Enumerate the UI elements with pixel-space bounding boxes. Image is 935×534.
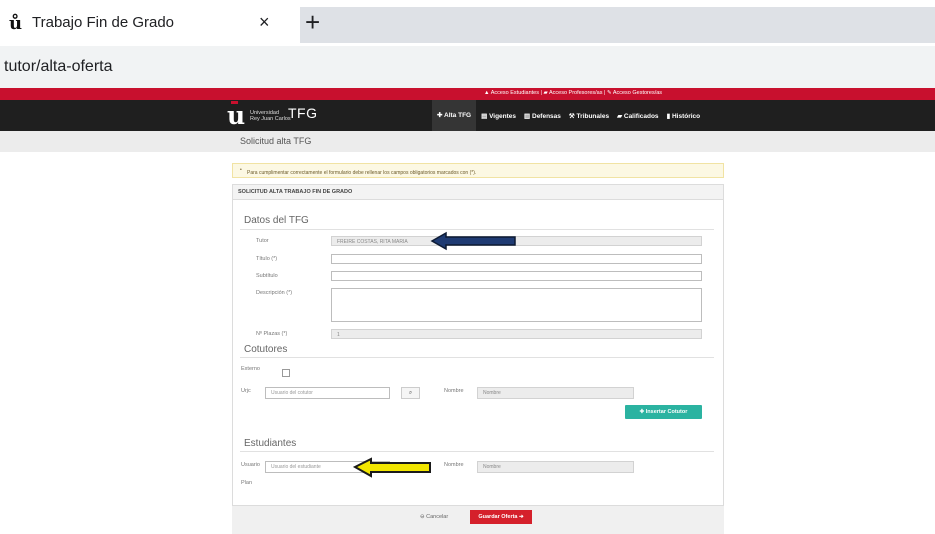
urjc-label: Urjc <box>241 388 251 394</box>
cotutor-usuario-input[interactable]: Usuario del cotutor <box>265 387 390 399</box>
annotation-arrow-tutor <box>430 231 516 251</box>
wrench-icon: ✎ <box>606 90 612 96</box>
tab-strip-background <box>300 7 935 43</box>
cotutor-nombre-field: Nombre <box>477 387 634 399</box>
browser-tab-bar: ů Trabajo Fin de Grado × + <box>0 0 935 46</box>
externo-checkbox[interactable] <box>282 369 290 377</box>
alert-text: • Para cumplimentar correctamente el for… <box>240 167 477 176</box>
alert-message: Para cumplimentar correctamente el formu… <box>247 170 477 176</box>
university-name: Universidad Rey Juan Carlos <box>250 110 291 122</box>
nav-label: Defensas <box>532 112 561 120</box>
section-estudiantes-title: Estudiantes <box>244 438 297 449</box>
urjc-favicon-icon: ů <box>9 13 23 34</box>
guardar-oferta-button[interactable]: Guardar Oferta ➔ <box>470 510 532 524</box>
university-line2: Rey Juan Carlos <box>250 116 291 122</box>
nav-label: Tribunales <box>576 112 610 120</box>
url-text[interactable]: tutor/alta-oferta <box>4 58 113 76</box>
search-cotutor-button[interactable]: ⌕ <box>401 387 420 399</box>
externo-label: Externo <box>241 366 260 372</box>
nav-historico[interactable]: ▮ Histórico <box>667 112 701 120</box>
user-icon: ▲ <box>484 90 490 96</box>
institution-icon: ▥ <box>524 112 532 120</box>
panel-title: SOLICITUD ALTA TRABAJO FIN DE GRADO <box>238 189 353 195</box>
estudiante-nombre-field: Nombre <box>477 461 634 473</box>
insertar-cotutor-button[interactable]: ✚ Insertar Cotutor <box>625 405 702 419</box>
nav-label: Vigentes <box>489 112 517 120</box>
section-datos-title: Datos del TFG <box>244 215 309 226</box>
guardar-label: Guardar Oferta <box>478 514 518 520</box>
tutor-label: Tutor <box>256 238 269 244</box>
section-cotutores-title: Cotutores <box>244 344 288 355</box>
main-navbar: u Universidad Rey Juan Carlos TFG ✚ Alta… <box>0 100 935 131</box>
subtitulo-label: Subtítulo <box>256 273 278 279</box>
document-icon: ▤ <box>481 112 490 120</box>
plan-label: Plan <box>241 480 253 486</box>
cancelar-label: Cancelar <box>426 514 449 520</box>
estudiante-usuario-label: Usuario <box>241 462 260 468</box>
section-divider <box>240 357 714 358</box>
close-tab-icon[interactable]: × <box>259 12 270 33</box>
descripcion-textarea[interactable] <box>331 288 702 322</box>
annotation-arrow-estudiante <box>353 457 431 478</box>
graduation-cap-icon: ▰ <box>543 90 548 96</box>
access-bar: ▲ Acceso Estudiantes | ▰ Acceso Profesor… <box>0 88 935 100</box>
gavel-icon: ⚒ <box>568 112 577 120</box>
link-acceso-gestores[interactable]: Acceso Gestores/as <box>613 90 662 96</box>
link-acceso-estudiantes[interactable]: Acceso Estudiantes <box>491 90 539 96</box>
nav-calificados[interactable]: ▰ Calificados <box>617 112 659 120</box>
browser-tab[interactable]: ů Trabajo Fin de Grado × <box>0 0 290 46</box>
nav-label: Calificados <box>623 112 659 120</box>
estudiante-nombre-label: Nombre <box>444 462 464 468</box>
nav-alta-tfg[interactable]: ✚ Alta TFG <box>432 100 477 131</box>
arrow-circle-icon: ➔ <box>519 514 524 520</box>
tab-title: Trabajo Fin de Grado <box>32 14 175 31</box>
cancelar-button[interactable]: ⊖ Cancelar <box>420 514 448 520</box>
cotutor-nombre-label: Nombre <box>444 388 464 394</box>
nav-vigentes[interactable]: ▤ Vigentes <box>481 112 516 120</box>
nav-label: Alta TFG <box>444 112 472 119</box>
titulo-input[interactable] <box>331 254 702 264</box>
section-divider <box>240 229 714 230</box>
separator: | <box>540 90 542 96</box>
info-alert: • Para cumplimentar correctamente el for… <box>232 163 724 178</box>
separator: | <box>604 90 606 96</box>
nav-tribunales[interactable]: ⚒ Tribunales <box>569 112 609 120</box>
app-name[interactable]: TFG <box>288 105 318 121</box>
page-header: Solicitud alta TFG <box>0 131 935 152</box>
subtitulo-input[interactable] <box>331 271 702 281</box>
nav-defensas[interactable]: ▥ Defensas <box>524 112 561 120</box>
address-bar[interactable]: tutor/alta-oferta <box>0 46 935 88</box>
graduation-cap-icon: ▰ <box>617 112 624 120</box>
titulo-label: Título (*) <box>256 256 278 262</box>
new-tab-button[interactable]: + <box>305 7 320 38</box>
search-icon: ⌕ <box>408 390 413 396</box>
plazas-label: Nº Plazas (*) <box>256 331 288 337</box>
page-title: Solicitud alta TFG <box>240 136 312 146</box>
form-actions: ⊖ Cancelar Guardar Oferta ➔ <box>232 505 724 534</box>
nav-label: Histórico <box>671 112 701 120</box>
insertar-label: Insertar Cotutor <box>645 409 688 415</box>
urjc-logo-icon[interactable]: u <box>227 103 245 128</box>
plus-icon: ✚ <box>437 112 445 119</box>
link-acceso-profesores[interactable]: Acceso Profesores/as <box>549 90 603 96</box>
section-divider <box>240 451 714 452</box>
main-nav: ✚ Alta TFG ▤ Vigentes ▥ Defensas ⚒ Tribu… <box>432 100 708 131</box>
web-page: ▲ Acceso Estudiantes | ▰ Acceso Profesor… <box>0 88 935 534</box>
plazas-field: 1 <box>331 329 702 339</box>
panel-header: SOLICITUD ALTA TRABAJO FIN DE GRADO <box>233 185 723 200</box>
descripcion-label: Descripción (*) <box>256 290 293 296</box>
